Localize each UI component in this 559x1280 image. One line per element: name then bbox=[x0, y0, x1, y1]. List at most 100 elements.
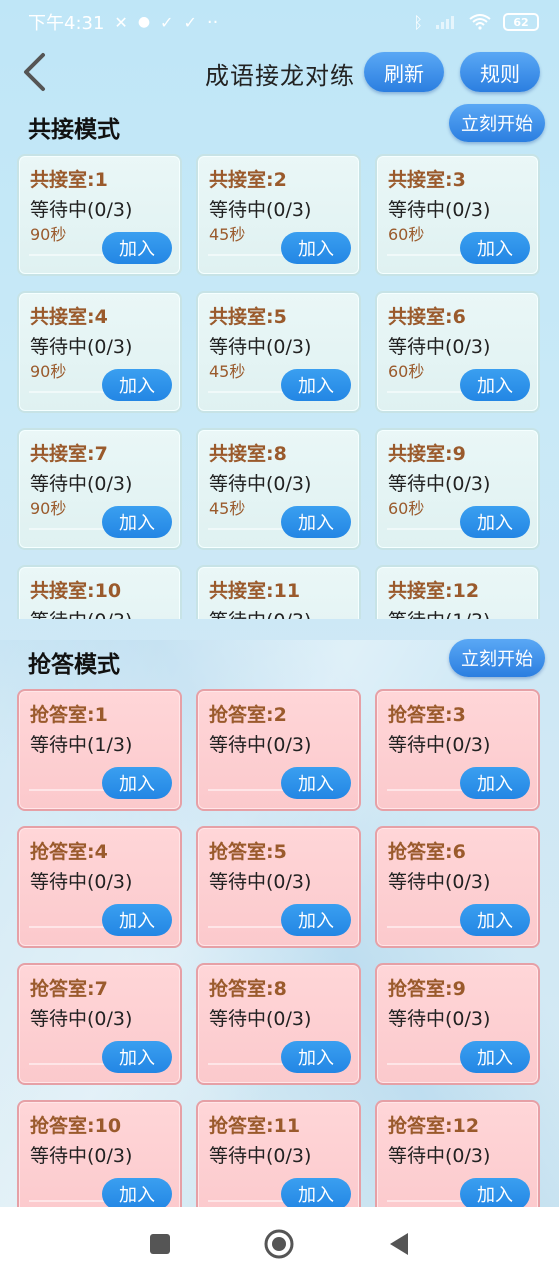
room-name: 共接室:11 bbox=[209, 580, 301, 602]
join-button[interactable]: 加入 bbox=[460, 506, 530, 538]
room-name: 抢答室:2 bbox=[209, 704, 287, 726]
join-button[interactable]: 加入 bbox=[102, 232, 172, 264]
join-button[interactable]: 加入 bbox=[102, 1041, 172, 1073]
room-card[interactable]: 共接室:12等待中(1/3)加入 bbox=[375, 565, 540, 619]
home-button[interactable] bbox=[257, 1222, 301, 1266]
room-card[interactable]: 共接室:4 等待中(0/3) 90秒 加入 bbox=[17, 291, 182, 413]
circle-home-icon bbox=[264, 1229, 294, 1258]
room-card[interactable]: 抢答室:10 等待中(0/3) 加入 bbox=[17, 1100, 182, 1207]
quick-start-button[interactable]: 立刻开始 bbox=[449, 639, 545, 677]
room-name: 抢答室:3 bbox=[388, 704, 466, 726]
join-button[interactable]: 加入 bbox=[281, 767, 351, 799]
join-button[interactable]: 加入 bbox=[102, 1178, 172, 1207]
room-card[interactable]: 抢答室:6 等待中(0/3) 加入 bbox=[375, 826, 540, 948]
join-button[interactable]: 加入 bbox=[102, 506, 172, 538]
rules-button[interactable]: 规则 bbox=[460, 52, 540, 92]
shared-start-button[interactable]: 立刻开始 bbox=[449, 104, 545, 142]
recent-apps-button[interactable] bbox=[138, 1222, 182, 1266]
status-extra: ·· bbox=[206, 11, 219, 33]
room-name: 抢答室:10 bbox=[30, 1115, 122, 1137]
room-status: 等待中(0/3) bbox=[209, 1008, 312, 1030]
join-button[interactable]: 加入 bbox=[281, 506, 351, 538]
join-button[interactable]: 加入 bbox=[460, 767, 530, 799]
room-status: 等待中(0/3) bbox=[209, 336, 312, 358]
room-card[interactable]: 抢答室:5 等待中(0/3) 加入 bbox=[196, 826, 361, 948]
room-status: 等待中(0/3) bbox=[30, 1145, 133, 1167]
room-card[interactable]: 抢答室:11 等待中(0/3) 加入 bbox=[196, 1100, 361, 1207]
room-card[interactable]: 共接室:5 等待中(0/3) 45秒 加入 bbox=[196, 291, 361, 413]
join-button[interactable]: 加入 bbox=[460, 904, 530, 936]
room-card[interactable]: 抢答室:7 等待中(0/3) 加入 bbox=[17, 963, 182, 1085]
room-status: 等待中(1/3) bbox=[30, 734, 133, 756]
room-name: 共接室:2 bbox=[209, 169, 287, 191]
join-button[interactable]: 加入 bbox=[281, 1041, 351, 1073]
room-card[interactable]: 抢答室:3 等待中(0/3) 加入 bbox=[375, 689, 540, 811]
chat-icon: ● bbox=[137, 14, 151, 30]
battery-icon: 62 bbox=[503, 13, 539, 31]
app-header: 成语接龙对练 刷新 规则 bbox=[0, 44, 559, 100]
join-button[interactable]: 加入 bbox=[102, 904, 172, 936]
wifi-icon bbox=[469, 14, 491, 30]
system-back-button[interactable] bbox=[377, 1222, 421, 1266]
room-card[interactable]: 抢答室:1 等待中(1/3) 加入 bbox=[17, 689, 182, 811]
join-button[interactable]: 加入 bbox=[281, 369, 351, 401]
check-icon: ✓ bbox=[160, 12, 174, 32]
check-icon: ✓ bbox=[183, 12, 197, 32]
join-button[interactable]: 加入 bbox=[460, 232, 530, 264]
room-status: 等待中(0/3) bbox=[209, 871, 312, 893]
room-name: 共接室:8 bbox=[209, 443, 287, 465]
system-nav-bar bbox=[0, 1207, 559, 1280]
status-time: 下午4:31 bbox=[28, 13, 105, 34]
room-name: 共接室:6 bbox=[388, 306, 466, 328]
room-card[interactable]: 抢答室:2 等待中(0/3) 加入 bbox=[196, 689, 361, 811]
room-name: 抢答室:12 bbox=[388, 1115, 480, 1137]
back-button[interactable] bbox=[14, 50, 54, 94]
room-card[interactable]: 共接室:11等待中(0/3)加入 bbox=[196, 565, 361, 619]
join-button[interactable]: 加入 bbox=[281, 904, 351, 936]
room-card[interactable]: 共接室:7 等待中(0/3) 90秒 加入 bbox=[17, 428, 182, 550]
room-status: 等待中(0/3) bbox=[30, 473, 133, 495]
shared-room-list[interactable]: 共接室:1 等待中(0/3) 90秒 加入 共接室:2 等待中(0/3) 45秒 加入 共接室:… bbox=[0, 154, 559, 619]
room-card[interactable]: 抢答室:8 等待中(0/3) 加入 bbox=[196, 963, 361, 1085]
room-card[interactable]: 共接室:1 等待中(0/3) 90秒 加入 bbox=[17, 154, 182, 276]
join-button[interactable]: 加入 bbox=[281, 232, 351, 264]
room-name: 抢答室:9 bbox=[388, 978, 466, 1000]
room-name: 共接室:5 bbox=[209, 306, 287, 328]
join-button[interactable]: 加入 bbox=[102, 369, 172, 401]
room-status: 等待中(0/3) bbox=[388, 473, 491, 495]
room-name: 共接室:4 bbox=[30, 306, 108, 328]
join-button[interactable]: 加入 bbox=[460, 1178, 530, 1207]
room-status: 等待中(0/3) bbox=[388, 871, 491, 893]
room-card[interactable]: 抢答室:12 等待中(0/3) 加入 bbox=[375, 1100, 540, 1207]
room-card[interactable]: 抢答室:4 等待中(0/3) 加入 bbox=[17, 826, 182, 948]
room-card[interactable]: 共接室:6 等待中(0/3) 60秒 加入 bbox=[375, 291, 540, 413]
join-button[interactable]: 加入 bbox=[281, 1178, 351, 1207]
room-name: 抢答室:8 bbox=[209, 978, 287, 1000]
room-card[interactable]: 共接室:2 等待中(0/3) 45秒 加入 bbox=[196, 154, 361, 276]
room-status: 等待中(0/3) bbox=[388, 734, 491, 756]
room-name: 抢答室:4 bbox=[30, 841, 108, 863]
join-button[interactable]: 加入 bbox=[460, 1041, 530, 1073]
quick-room-list[interactable]: 抢答室:1 等待中(1/3) 加入 抢答室:2 等待中(0/3) 加入 抢答室:3 等待中(0… bbox=[0, 689, 559, 1207]
room-card[interactable]: 共接室:9 等待中(0/3) 60秒 加入 bbox=[375, 428, 540, 550]
join-button[interactable]: 加入 bbox=[460, 369, 530, 401]
bluetooth-icon: ᛒ bbox=[413, 12, 423, 32]
status-bar: 下午4:31 ✕ ● ✓ ✓ ·· ᛒ 62 bbox=[0, 0, 559, 44]
room-card[interactable]: 抢答室:9 等待中(0/3) 加入 bbox=[375, 963, 540, 1085]
refresh-button[interactable]: 刷新 bbox=[364, 52, 444, 92]
chevron-left-icon bbox=[24, 53, 45, 91]
room-status: 等待中(1/3) bbox=[388, 609, 538, 619]
quick-room-grid: 抢答室:1 等待中(1/3) 加入 抢答室:2 等待中(0/3) 加入 抢答室:3 等待中(0… bbox=[17, 689, 540, 1207]
room-name: 共接室:9 bbox=[388, 443, 466, 465]
join-button[interactable]: 加入 bbox=[102, 767, 172, 799]
room-card[interactable]: 共接室:8 等待中(0/3) 45秒 加入 bbox=[196, 428, 361, 550]
shared-mode-title: 共接模式 bbox=[28, 117, 120, 143]
room-status: 等待中(0/3) bbox=[388, 1008, 491, 1030]
room-card[interactable]: 共接室:3 等待中(0/3) 60秒 加入 bbox=[375, 154, 540, 276]
room-name: 共接室:7 bbox=[30, 443, 108, 465]
room-card[interactable]: 共接室:10等待中(0/3)加入 bbox=[17, 565, 182, 619]
mute-icon: ✕ bbox=[114, 12, 128, 32]
triangle-back-icon bbox=[390, 1232, 409, 1255]
signal-icon bbox=[436, 16, 454, 29]
room-status: 等待中(0/3) bbox=[209, 1145, 312, 1167]
